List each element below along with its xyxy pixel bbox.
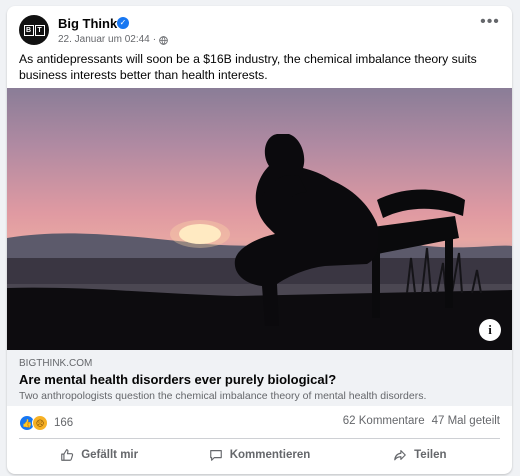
comment-button-label: Kommentieren (229, 449, 311, 461)
logo-letter-b: B (23, 24, 34, 36)
share-button[interactable]: Teilen (340, 440, 500, 470)
thumbs-up-icon (61, 449, 74, 461)
actions-divider (19, 438, 500, 439)
comments-count-link[interactable]: 62 Kommentare (343, 415, 425, 427)
link-title[interactable]: Are mental health disorders ever purely … (19, 372, 336, 387)
reaction-count: 166 (54, 417, 74, 429)
link-preview[interactable]: BIGTHINK.COM Are mental health disorders… (7, 350, 512, 406)
avatar[interactable]: B T (19, 15, 49, 45)
share-button-label: Teilen (414, 449, 447, 461)
link-domain: BIGTHINK.COM (19, 358, 93, 369)
verified-badge-icon: ✓ (117, 17, 129, 29)
like-button[interactable]: Gefällt mir (19, 440, 179, 470)
big-think-logo: B T (23, 24, 45, 36)
globe-icon (159, 35, 168, 45)
sunset-silhouette-image (7, 134, 512, 350)
info-icon[interactable]: i (479, 319, 501, 341)
shares-count-link[interactable]: 47 Mal geteilt (432, 415, 500, 427)
sad-reaction-icon: ☹ (32, 415, 48, 431)
stats-right: 62 Kommentare 47 Mal geteilt (343, 415, 500, 427)
logo-letter-t: T (34, 24, 45, 36)
page-name-link[interactable]: Big Think (58, 15, 117, 32)
link-description: Two anthropologists question the chemica… (19, 390, 427, 402)
more-options-button[interactable]: ••• (478, 14, 502, 33)
post-card: B T Big Think ✓ 22. Januar um 02:44 · ••… (7, 6, 512, 474)
post-header: B T Big Think ✓ 22. Januar um 02:44 · ••… (19, 14, 502, 55)
post-meta: 22. Januar um 02:44 · (58, 33, 168, 47)
post-actions: Gefällt mir Kommentieren Teilen (19, 440, 500, 470)
link-preview-image[interactable]: i (7, 88, 512, 350)
comment-icon (209, 450, 222, 461)
meta-separator: · (152, 34, 157, 45)
post-text: As antidepressants will soon be a $16B i… (19, 52, 477, 82)
reactions-summary[interactable]: 👍 ☹ 166 (19, 415, 73, 431)
like-button-label: Gefällt mir (81, 449, 139, 461)
comment-button[interactable]: Kommentieren (179, 440, 339, 470)
engagement-stats: 👍 ☹ 166 62 Kommentare 47 Mal geteilt (19, 415, 500, 431)
post-timestamp[interactable]: 22. Januar um 02:44 (58, 33, 150, 47)
share-icon (394, 450, 406, 461)
